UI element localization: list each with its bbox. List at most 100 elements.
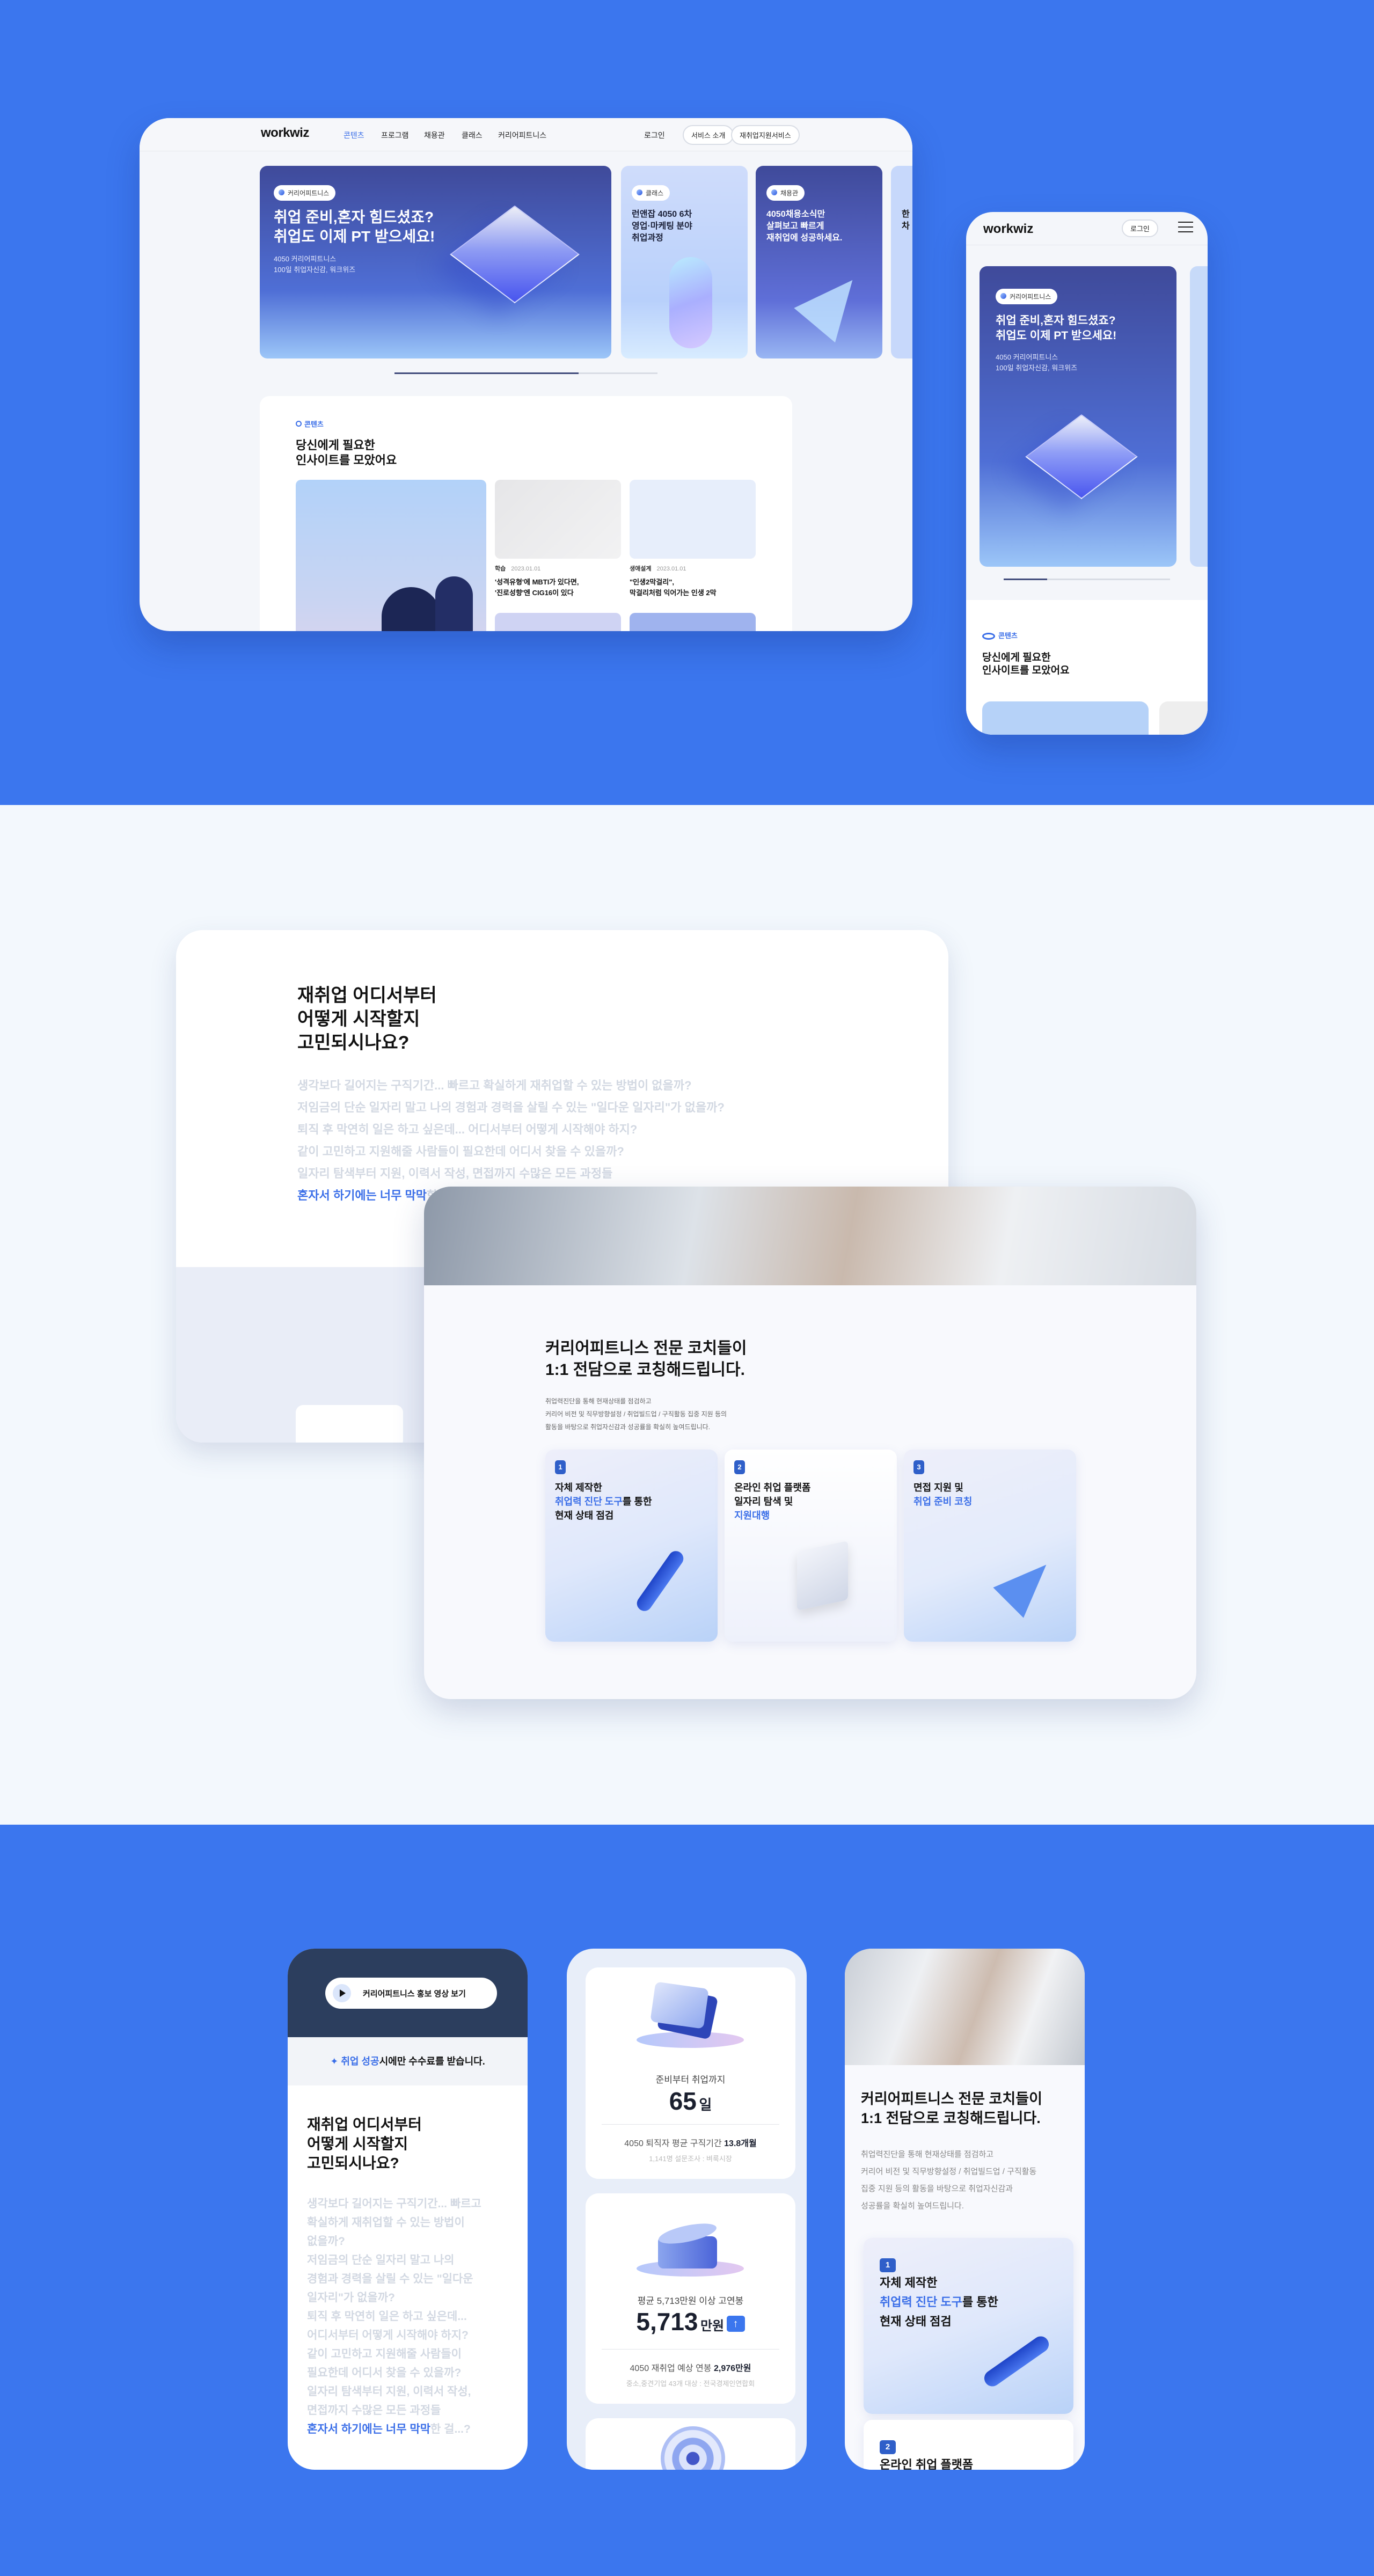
question-line: 일자리"가 없을까?	[307, 2292, 395, 2304]
card-title-line: 살펴보고 빠르게	[766, 222, 824, 231]
login-link[interactable]: 로그인	[644, 130, 665, 141]
nav-link-jobs[interactable]: 채용관	[424, 130, 445, 141]
nav-link-career-fitness[interactable]: 커리어피트니스	[498, 130, 546, 141]
carousel-scrollbar[interactable]	[1004, 579, 1170, 580]
coaching-title-line: 1:1 전담으로 코칭해드립니다.	[545, 1361, 745, 1379]
coaching-title-line: 커리어피트니스 전문 코치들이	[861, 2091, 1042, 2107]
step-text: 1 자체 제작한 취업력 진단 도구를 통한 현재 상태 점검	[555, 1459, 652, 1523]
promo-video-button[interactable]: 커리어피트니스 홍보 영상 보기	[325, 1978, 497, 2009]
nav-link-content[interactable]: 콘텐츠	[344, 130, 364, 141]
coaching-title: 커리어피트니스 전문 코치들이 1:1 전담으로 코칭해드립니다.	[861, 2089, 1042, 2128]
problem-title-line: 고민되시나요?	[307, 2155, 399, 2171]
step-line: 현재 상태 점검	[555, 1510, 614, 1521]
stat-label: 평균 5,713만원 이상 고연봉	[637, 2296, 744, 2306]
arrow-up-icon: ↑	[726, 2316, 745, 2332]
card-title-line: 4050채용소식만	[766, 210, 825, 219]
hero-card-jobs[interactable]: 채용관 4050채용소식만 살펴보고 빠르게 재취업에 성공하세요.	[756, 166, 882, 358]
question-line: 어디서부터 어떻게 시작해야 하지?	[307, 2329, 469, 2341]
stat-value: 65 일	[586, 2087, 795, 2116]
article-card[interactable]	[495, 613, 621, 631]
step-line: 현재 상태 점검	[880, 2315, 952, 2328]
compare-label: 4050 재취업 예상 연봉	[630, 2364, 712, 2373]
ring-icon	[982, 633, 995, 640]
problem-title-line: 재취업 어디서부터	[307, 2116, 422, 2133]
logo[interactable]: workwiz	[261, 126, 309, 141]
article-meta: 생애설계 2023.01.01	[630, 564, 756, 573]
stat-source: 중소,중견기업 43개 대상 : 전국경제인연합회	[626, 2380, 755, 2388]
hero-sub-line: 4050 커리어피트니스	[996, 353, 1058, 361]
problem-questions: 생각보다 길어지는 구직기간... 빠르고 확실하게 재취업할 수 있는 방법이 없…	[307, 2194, 481, 2420]
coaching-card: 커리어피트니스 전문 코치들이 1:1 전담으로 코칭해드립니다. 취업력진단을…	[424, 1187, 1196, 1699]
article-meta: 학습 2023.01.01	[495, 564, 621, 573]
typing-hands-photo	[845, 1949, 1085, 2065]
step-card-platform[interactable]: 2 온라인 취업 플랫폼	[864, 2420, 1073, 2470]
problem-title-line: 고민되시나요?	[297, 1033, 410, 1053]
desktop-mockup: workwiz 콘텐츠 프로그램 채용관 클래스 커리어피트니스 로그인 서비스…	[140, 118, 912, 631]
question-highlight: 혼자서 하기에는 너무 막막한 걸...?	[307, 2420, 471, 2439]
service-intro-button[interactable]: 서비스 소개	[683, 125, 734, 145]
step-number-badge: 2	[734, 1460, 745, 1474]
logo[interactable]: workwiz	[983, 222, 1033, 237]
mobile-hero-card-next[interactable]	[1190, 266, 1208, 567]
problem-title-line: 재취업 어디서부터	[297, 985, 437, 1006]
card-title-line: 차	[902, 222, 910, 231]
article-card[interactable]	[630, 613, 756, 631]
stat-source: 1,141명 설문조사 : 벼룩시장	[649, 2155, 732, 2163]
hero-card-partial[interactable]: 한 차	[891, 166, 912, 358]
article-card[interactable]: 생애설계 2023.01.01 "인생2막걸리", 막걸리처럼 익어가는 인생 2막	[630, 480, 756, 598]
divider	[602, 2124, 779, 2125]
mobile-hero-card[interactable]: 커리어피트니스 취업 준비,혼자 힘드셨죠? 취업도 이제 PT 받으세요! 4…	[980, 266, 1176, 567]
article-thumbnail	[630, 480, 756, 559]
question-line: 일자리 탐색부터 지원, 이력서 작성, 면접까지 수많은 모든 과정들	[297, 1167, 613, 1180]
question-line: 저임금의 단순 일자리 말고 나의 경험과 경력을 살릴 수 있는 "일다운 일…	[297, 1101, 725, 1114]
step-card-diagnosis[interactable]: 1 자체 제작한 취업력 진단 도구를 통한 현재 상태 점검	[545, 1450, 718, 1642]
stat-compare: 4050 퇴직자 평균 구직기간 13.8개월	[586, 2136, 795, 2149]
article-title-line: "인생2막걸리",	[630, 578, 674, 586]
highlight-text: 혼자서 하기에는 너무 막막	[297, 1189, 427, 1202]
stat-value: 5,713 만원 ↑	[586, 2307, 795, 2336]
step-card-interview[interactable]: 3 면접 지원 및 취업 준비 코칭	[904, 1450, 1076, 1642]
article-thumbnail	[495, 480, 621, 559]
step-number-badge: 3	[913, 1460, 924, 1474]
content-panel: 콘텐츠 당신에게 필요한 인사이트를 모았어요 학습 2023.01.01 '성격…	[260, 396, 792, 631]
top-nav: workwiz 콘텐츠 프로그램 채용관 클래스 커리어피트니스 로그인 서비스…	[140, 118, 912, 151]
coin-stack-illustration	[637, 2215, 744, 2279]
hero-card-class[interactable]: 클래스 런앤잡 4050 6차 영업·마케팅 분야 취업과정	[621, 166, 748, 358]
login-button[interactable]: 로그인	[1122, 219, 1158, 237]
problem-title-line: 어떻게 시작할지	[297, 1009, 420, 1029]
step-card-platform[interactable]: 2 온라인 취업 플랫폼 일자리 탐색 및 지원대행	[725, 1450, 897, 1642]
content-label: 콘텐츠	[982, 630, 1018, 640]
card-title: 런앤잡 4050 6차 영업·마케팅 분야 취업과정	[632, 209, 692, 244]
hero-card-career-fitness[interactable]: 커리어피트니스 취업 준비,혼자 힘드셨죠? 취업도 이제 PT 받으세요! 4…	[260, 166, 611, 358]
nav-link-class[interactable]: 클래스	[462, 130, 483, 141]
stat-unit: 만원	[700, 2319, 725, 2333]
hamburger-icon[interactable]	[1178, 222, 1193, 232]
stat-unit: 일	[699, 2097, 712, 2113]
carousel-scrollbar-thumb[interactable]	[1004, 579, 1047, 580]
step-card-diagnosis[interactable]: 1 자체 제작한 취업력 진단 도구를 통한 현재 상태 점검	[864, 2238, 1073, 2414]
highlight-rest: 한 걸...?	[430, 2423, 471, 2435]
content-label-text: 콘텐츠	[304, 420, 324, 428]
desc-line: 집중 지원 등의 활동을 바탕으로 취업자신감과	[861, 2184, 1013, 2193]
hero-sub-line: 4050 커리어피트니스	[274, 255, 337, 263]
step-text: 3 면접 지원 및 취업 준비 코칭	[913, 1459, 972, 1509]
hero-title-line: 취업 준비,혼자 힘드셨죠?	[274, 209, 434, 225]
card-title-line: 한	[902, 210, 910, 219]
featured-article-image[interactable]	[296, 480, 486, 631]
ring-icon	[296, 421, 302, 427]
article-image[interactable]	[1159, 701, 1208, 735]
nav-link-program[interactable]: 프로그램	[381, 130, 409, 141]
glass-cube-illustration	[450, 205, 580, 304]
card-title-line: 런앤잡 4050 6차	[632, 210, 692, 219]
pen-illustration	[981, 2333, 1052, 2390]
reemployment-service-button[interactable]: 재취업지원서비스	[731, 125, 800, 145]
carousel-scrollbar-thumb[interactable]	[394, 372, 579, 374]
carousel-scrollbar[interactable]	[394, 372, 657, 374]
stat-card-duration: 준비부터 취업까지 65 일 4050 퇴직자 평균 구직기간 13.8개월 1…	[586, 1967, 795, 2179]
mobile-header: workwiz 로그인	[966, 212, 1208, 245]
article-title-line: '성격유형'에 MBTI가 있다면,	[495, 578, 579, 586]
question-line: 없을까?	[307, 2235, 345, 2248]
hero-sub-line: 100일 취업자신감, 워크위즈	[274, 266, 356, 274]
article-image[interactable]	[982, 701, 1149, 735]
article-card[interactable]: 학습 2023.01.01 '성격유형'에 MBTI가 있다면, '진로성향'엔 C…	[495, 480, 621, 598]
